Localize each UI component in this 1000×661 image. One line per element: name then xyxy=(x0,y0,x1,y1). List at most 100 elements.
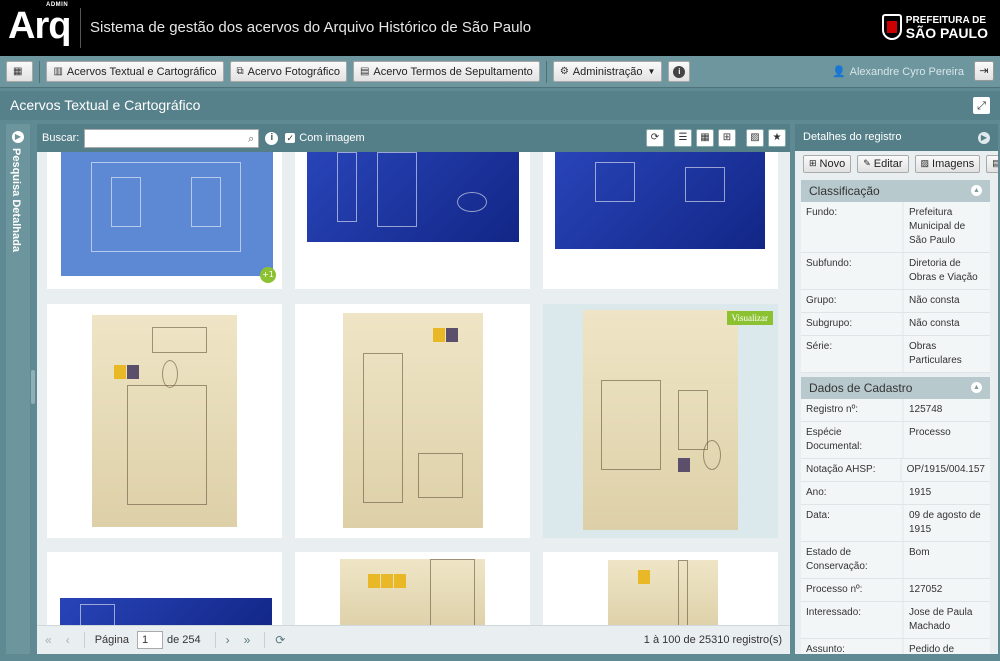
details-title: Detalhes do registro xyxy=(803,131,902,143)
first-page-icon[interactable]: « xyxy=(45,633,52,647)
detailed-search-label: Pesquisa Detalhada xyxy=(10,148,22,252)
search-help-icon[interactable]: i xyxy=(265,131,279,145)
images-button[interactable]: ▨ Imagens xyxy=(914,154,981,173)
table-icon: ▦ xyxy=(700,132,710,143)
panel-splitter-handle[interactable] xyxy=(31,370,35,404)
reload-icon[interactable]: ⟳ xyxy=(275,633,285,647)
new-button[interactable]: ⊞ Novo xyxy=(803,154,852,173)
thumbnail-card[interactable] xyxy=(543,152,778,289)
page-total: de 254 xyxy=(166,634,201,646)
nav-acervo-fotografico[interactable]: ⧉ Acervo Fotográfico xyxy=(229,61,347,82)
info-button[interactable]: i xyxy=(668,61,691,82)
gear-icon: ⚙ xyxy=(559,66,569,77)
prefeitura-line2: SÃO PAULO xyxy=(905,25,988,41)
detail-value: Jose de Paula Machado xyxy=(909,607,973,632)
more-button[interactable]: ▤ xyxy=(986,154,998,173)
table-view-button[interactable]: ▦ xyxy=(696,129,714,147)
thumbnail-card-selected[interactable]: Visualizar xyxy=(543,304,778,538)
thumbnail-card[interactable] xyxy=(47,304,282,538)
search-icon[interactable]: ⌕ xyxy=(248,132,254,146)
detail-value: OP/1915/004.157 xyxy=(906,464,985,475)
pager-divider xyxy=(83,632,85,648)
detail-row: Assunto: Pedido de aprovação de planta pa… xyxy=(801,639,990,654)
thumbnail-card[interactable] xyxy=(295,552,530,625)
collapse-panel-icon[interactable]: ▶ xyxy=(978,132,990,144)
record-details-panel: Detalhes do registro ▶ ⊞ Novo ✎ Editar ▨ Im… xyxy=(795,124,998,654)
details-toolbar: ⊞ Novo ✎ Editar ▨ Imagens ▤ xyxy=(795,151,998,176)
grid-icon: ⊞ xyxy=(722,132,732,143)
detail-row: Processo nº: 127052 xyxy=(801,579,990,602)
admin-badge: ADMIN xyxy=(46,2,69,8)
nav-acervos-textual[interactable]: ▥ Acervos Textual e Cartográfico xyxy=(46,61,224,82)
thumbnail-card[interactable] xyxy=(295,304,530,538)
detail-row: Notação AHSP: OP/1915/004.157 xyxy=(801,459,990,482)
detail-key: Subfundo: xyxy=(801,253,904,289)
detail-value: Diretoria de Obras e Viação xyxy=(909,258,978,283)
nav-administracao-dropdown[interactable]: ⚙ Administração ▼ xyxy=(552,61,663,82)
detail-row: Espécie Documental: Processo xyxy=(801,422,990,459)
detail-row: Estado de Conservação: Bom xyxy=(801,542,990,579)
list-icon: ☰ xyxy=(678,132,688,143)
books-icon: ▥ xyxy=(53,66,63,77)
detail-key: Assunto: xyxy=(801,639,904,654)
thumbnail-card[interactable] xyxy=(295,152,530,289)
nav-acervo-fotografico-label: Acervo Fotográfico xyxy=(247,65,340,78)
refresh-button[interactable]: ⟳ xyxy=(646,129,664,147)
with-image-checkbox[interactable]: ✓ Com imagem xyxy=(285,132,365,144)
favorites-button[interactable]: ★ xyxy=(768,129,786,147)
collapse-up-icon[interactable]: ▲ xyxy=(971,382,982,393)
more-images-badge[interactable]: +1 xyxy=(260,267,276,283)
page-number-input[interactable]: 1 xyxy=(136,631,163,649)
user-icon: 👤 xyxy=(831,66,846,78)
details-header: Detalhes do registro ▶ xyxy=(795,124,998,151)
thumbnail-card[interactable] xyxy=(47,552,282,625)
refresh-icon: ⟳ xyxy=(650,132,660,143)
list-view-button[interactable]: ☰ xyxy=(674,129,692,147)
detail-value: 125748 xyxy=(909,404,943,415)
user-menu[interactable]: 👤 Alexandre Cyro Pereira xyxy=(832,65,964,78)
thumbnail-card[interactable]: +1 xyxy=(47,152,282,289)
arq-logo[interactable]: Arq xyxy=(8,4,71,48)
nav-termos-sepultamento[interactable]: ▤ Acervo Termos de Sepultamento xyxy=(352,61,540,82)
expand-fullscreen-button[interactable]: ⤢ xyxy=(973,97,990,114)
search-input[interactable]: ⌕ xyxy=(84,128,260,148)
checkbox-checked-icon[interactable]: ✓ xyxy=(285,133,296,143)
collapse-up-icon[interactable]: ▲ xyxy=(971,185,982,196)
grid-view-button[interactable]: ⊞ xyxy=(718,129,736,147)
view-button[interactable]: Visualizar xyxy=(726,311,773,325)
nav-acervos-textual-label: Acervos Textual e Cartográfico xyxy=(66,65,217,78)
detail-key: Registro nº: xyxy=(801,399,904,421)
next-page-icon[interactable]: › xyxy=(226,633,230,647)
edit-button[interactable]: ✎ Editar xyxy=(857,154,909,173)
nav-divider xyxy=(545,60,547,83)
section-classificacao[interactable]: Classificação ▲ xyxy=(801,180,990,202)
image-view-button[interactable]: ▨ xyxy=(746,129,764,147)
detail-key: Interessado: xyxy=(801,602,904,638)
blueprint-image xyxy=(60,598,272,625)
expand-panel-icon[interactable]: ▶ xyxy=(12,131,24,143)
detail-key: Série: xyxy=(801,336,904,372)
section-dados-cadastro[interactable]: Dados de Cadastro ▲ xyxy=(801,377,990,399)
dashboard-icon: ▦ xyxy=(13,66,23,77)
images-button-label: Imagens xyxy=(932,157,975,170)
detailed-search-panel[interactable]: ▶ Pesquisa Detalhada xyxy=(6,124,30,654)
detail-row: Série: Obras Particulares xyxy=(801,336,990,373)
previous-page-icon[interactable]: ‹ xyxy=(66,633,70,647)
city-emblem-icon xyxy=(881,14,902,40)
info-icon: i xyxy=(673,65,686,78)
plus-icon: ⊞ xyxy=(809,158,817,168)
record-count: 1 à 100 de 25310 registro(s) xyxy=(643,634,782,646)
image-grid: +1 Visualizar xyxy=(37,152,790,625)
dashboard-button[interactable]: ▦ xyxy=(6,61,34,82)
detail-value: Prefeitura Municipal de São Paulo xyxy=(909,207,966,246)
detail-value: Não consta xyxy=(909,295,960,306)
logout-button[interactable]: ⇥ xyxy=(974,61,994,81)
pager-divider xyxy=(214,632,216,648)
star-icon: ★ xyxy=(772,132,782,143)
detail-key: Data: xyxy=(801,505,904,541)
last-page-icon[interactable]: » xyxy=(244,633,251,647)
detail-value: Bom xyxy=(909,547,930,558)
detail-row: Subfundo: Diretoria de Obras e Viação xyxy=(801,253,990,290)
thumbnail-card[interactable] xyxy=(543,552,778,625)
logout-icon: ⇥ xyxy=(979,64,989,77)
